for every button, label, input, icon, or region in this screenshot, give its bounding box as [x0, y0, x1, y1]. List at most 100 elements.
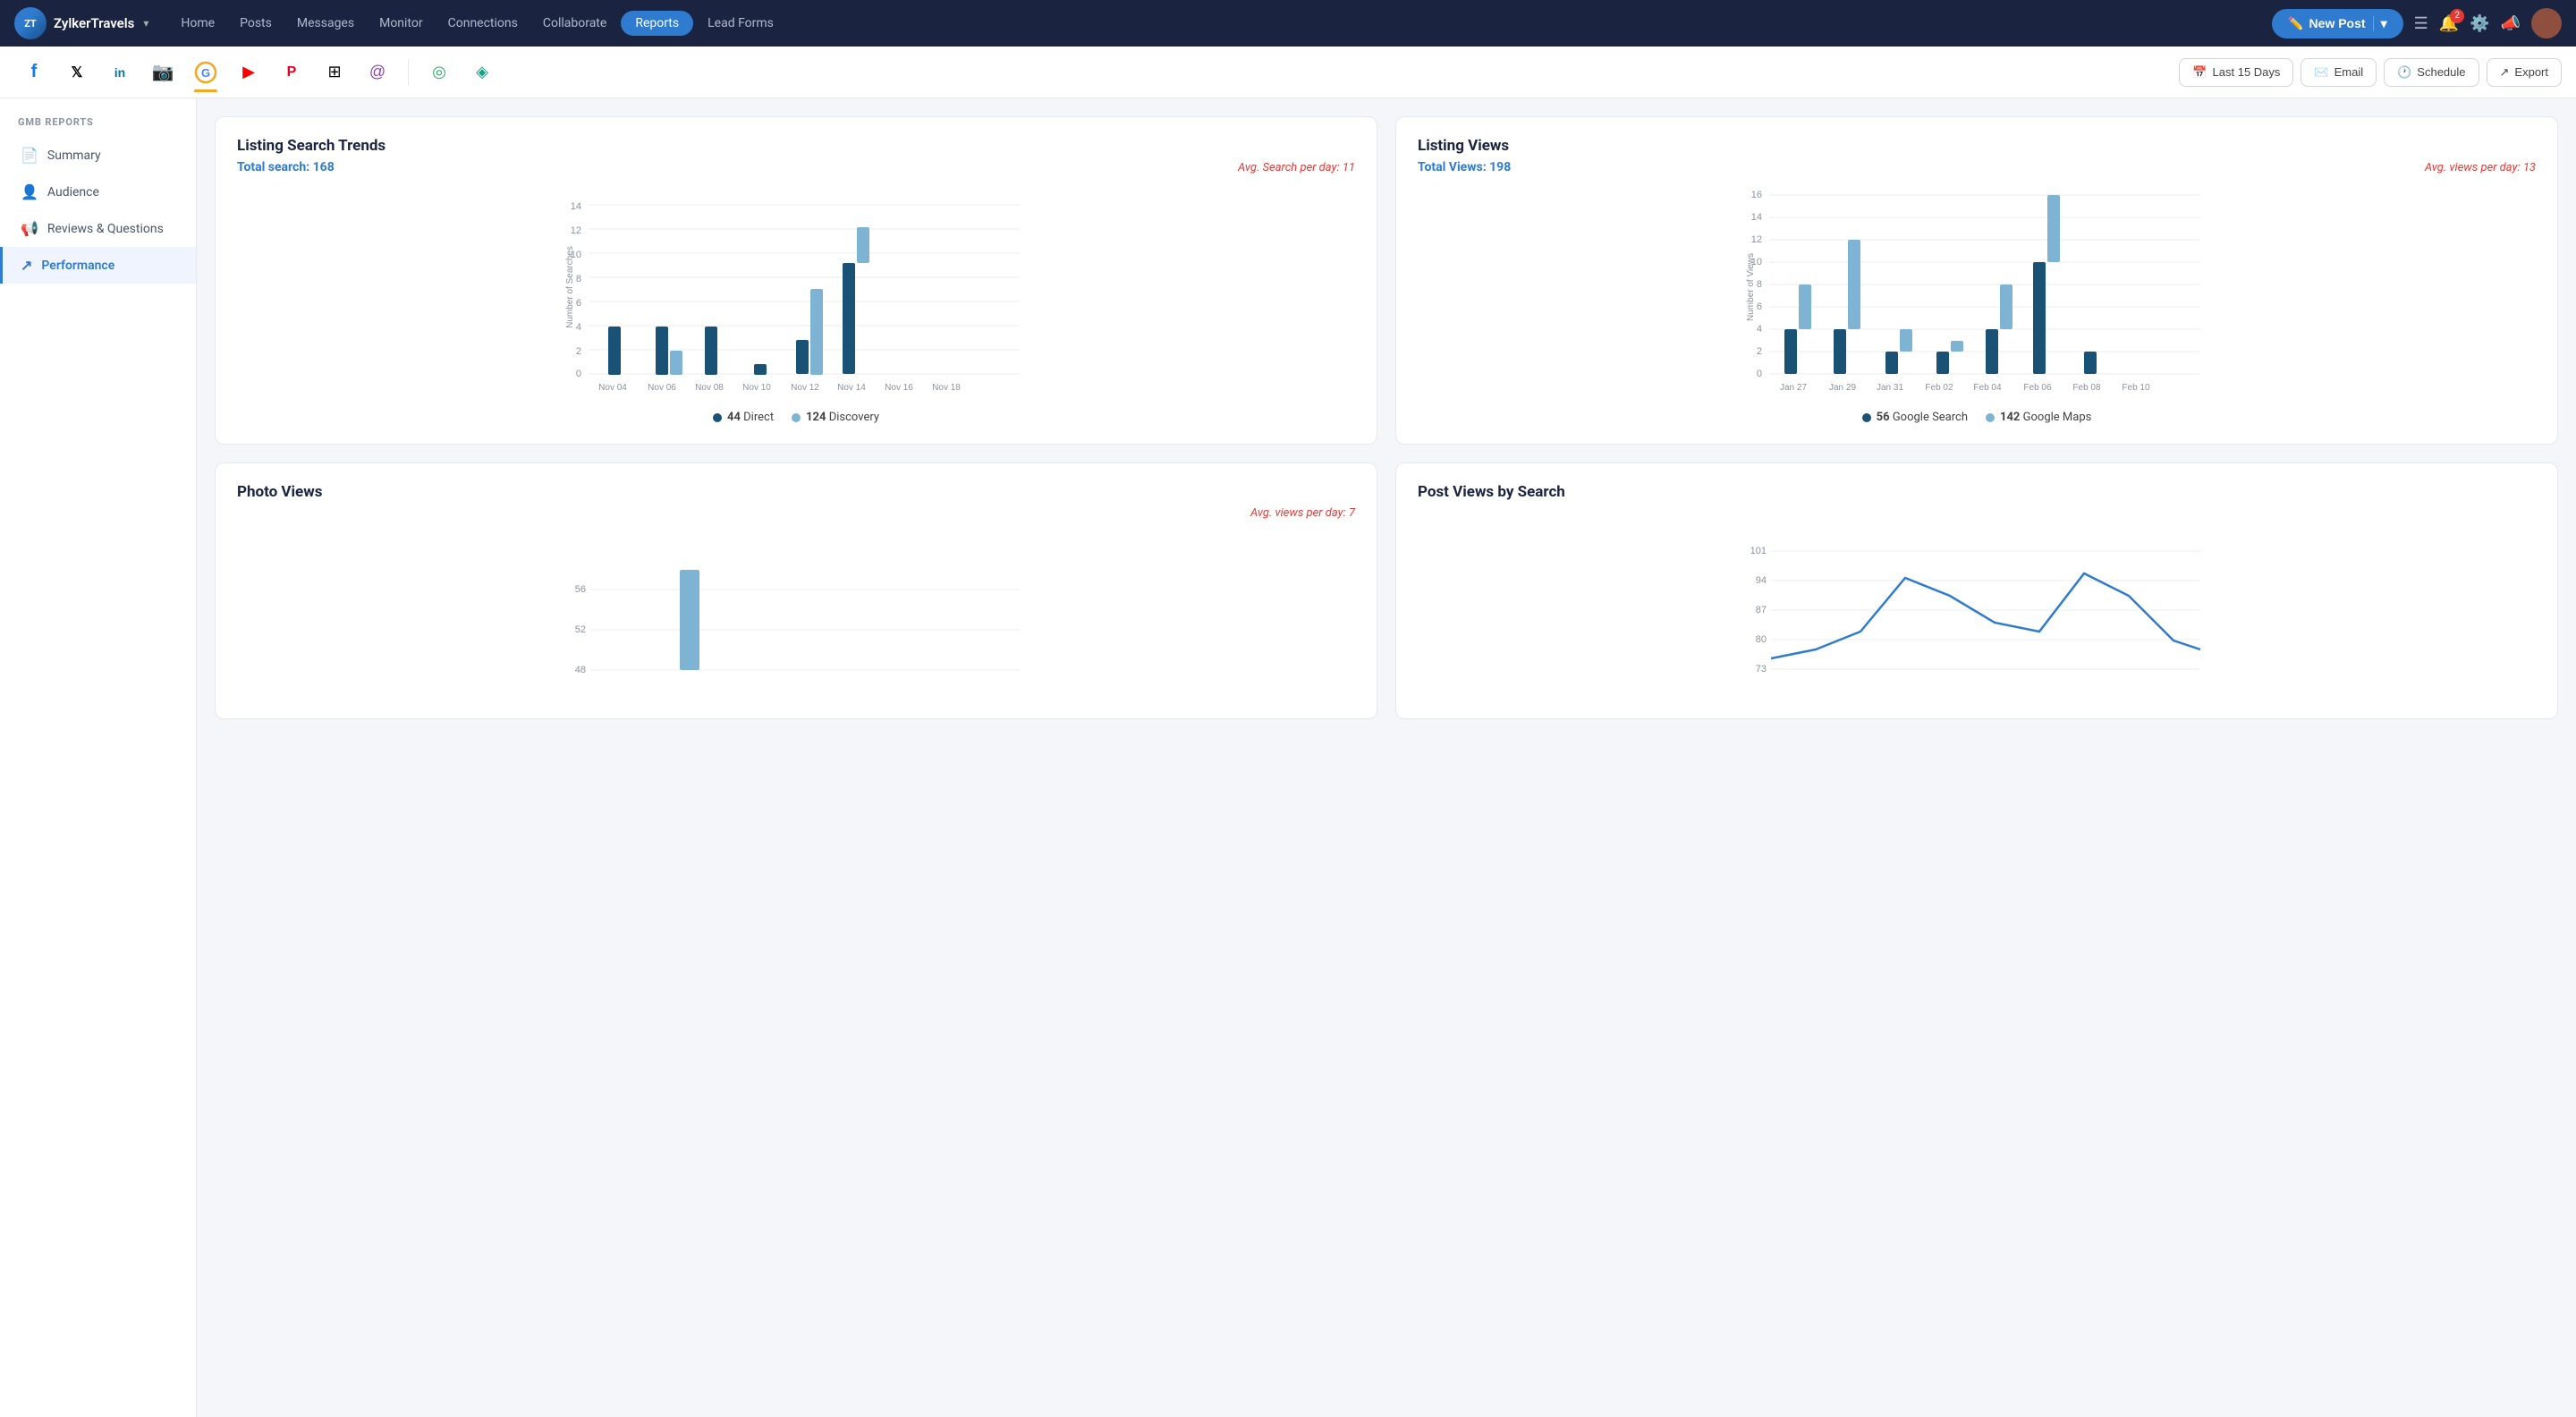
export-icon: ↗	[2500, 65, 2510, 80]
sidebar-item-performance[interactable]: ↗ Performance	[0, 247, 196, 284]
svg-text:94: 94	[1756, 575, 1767, 586]
megaphone-icon[interactable]: 📣	[2501, 14, 2521, 33]
menu-icon[interactable]: ☰	[2414, 14, 2428, 33]
export-button[interactable]: ↗ Export	[2487, 58, 2562, 87]
social-instagram-button[interactable]: 📷	[143, 53, 182, 92]
nav-posts[interactable]: Posts	[229, 11, 283, 36]
svg-text:2: 2	[1757, 346, 1762, 357]
brand-dropdown-chevron[interactable]: ▾	[143, 17, 148, 30]
svg-text:G: G	[201, 66, 210, 80]
photo-views-card: Photo Views Avg. views per day: 7 48 52 …	[215, 462, 1377, 719]
listing-views-chart: 0 2 4 6 8 10 12 14 16	[1418, 189, 2536, 395]
sidebar-item-audience[interactable]: 👤 Audience	[0, 174, 196, 210]
top-navigation: ZT ZylkerTravels ▾ Home Posts Messages M…	[0, 0, 2576, 47]
svg-text:80: 80	[1756, 634, 1767, 645]
nav-reports[interactable]: Reports	[621, 11, 693, 36]
listing-search-meta: Total search: 168 Avg. Search per day: 1…	[237, 160, 1355, 174]
social-divider	[408, 59, 409, 86]
listing-search-total: Total search: 168	[237, 160, 335, 174]
social-threads-button[interactable]: @	[358, 53, 397, 92]
brand-logo-area[interactable]: ZT ZylkerTravels ▾	[14, 7, 148, 39]
listing-views-title: Listing Views	[1418, 137, 2536, 155]
listing-views-meta: Total Views: 198 Avg. views per day: 13	[1418, 160, 2536, 174]
svg-text:Feb 08: Feb 08	[2072, 383, 2101, 393]
nav-messages[interactable]: Messages	[286, 11, 365, 36]
social-linkedin-button[interactable]: in	[100, 53, 140, 92]
brand-name: ZylkerTravels	[54, 15, 134, 31]
brand-logo: ZT	[14, 7, 47, 39]
post-views-title: Post Views by Search	[1418, 483, 2536, 501]
social-icon-list: f 𝕏 in 📷 G ▶ P ⊞ @ ◎ ◈	[14, 53, 502, 92]
listing-views-card: Listing Views Total Views: 198 Avg. view…	[1395, 116, 2558, 445]
settings-icon[interactable]: ⚙️	[2470, 14, 2489, 33]
svg-text:Jan 29: Jan 29	[1829, 383, 1856, 393]
listing-views-avg: Avg. views per day: 13	[2425, 161, 2536, 174]
listing-search-title: Listing Search Trends	[237, 137, 1355, 155]
svg-text:Feb 06: Feb 06	[2023, 383, 2052, 393]
social-extra1-button[interactable]: ◎	[419, 53, 459, 92]
legend-dot-google-maps	[1986, 413, 1995, 422]
svg-text:8: 8	[576, 274, 581, 284]
nav-monitor[interactable]: Monitor	[369, 11, 434, 36]
svg-text:6: 6	[1757, 301, 1762, 312]
document-icon: 📄	[21, 147, 38, 164]
social-youtube-button[interactable]: ▶	[229, 53, 268, 92]
gmb-icon: G	[194, 61, 217, 84]
svg-text:Nov 18: Nov 18	[932, 383, 961, 393]
svg-text:6: 6	[576, 298, 581, 309]
svg-text:48: 48	[575, 665, 586, 675]
notifications-button[interactable]: 🔔 2	[2439, 14, 2459, 33]
social-gmb-button[interactable]: G	[186, 53, 225, 92]
photo-views-avg: Avg. views per day: 7	[1250, 506, 1355, 520]
social-pinterest-button[interactable]: P	[272, 53, 311, 92]
nav-connections[interactable]: Connections	[437, 11, 529, 36]
svg-text:56: 56	[575, 584, 586, 595]
notification-count: 2	[2450, 9, 2464, 23]
social-facebook-button[interactable]: f	[14, 53, 54, 92]
pencil-icon: ✏️	[2288, 16, 2303, 31]
svg-text:Number of Views: Number of Views	[1746, 253, 1756, 321]
sidebar-item-summary[interactable]: 📄 Summary	[0, 137, 196, 174]
svg-text:73: 73	[1756, 664, 1767, 675]
legend-google-search: 56 Google Search	[1862, 411, 1968, 424]
nav-lead-forms[interactable]: Lead Forms	[697, 11, 784, 36]
main-content: Listing Search Trends Total search: 168 …	[197, 98, 2576, 1417]
listing-views-total: Total Views: 198	[1418, 160, 1511, 174]
social-extra2-button[interactable]: ◈	[462, 53, 502, 92]
sidebar-item-reviews-questions[interactable]: 📢 Reviews & Questions	[0, 210, 196, 247]
megaphone-sidebar-icon: 📢	[21, 220, 38, 237]
post-views-card: Post Views by Search 73 80 87 94 101	[1395, 462, 2558, 719]
social-twitter-x-button[interactable]: 𝕏	[57, 53, 97, 92]
svg-text:87: 87	[1756, 605, 1767, 615]
svg-text:2: 2	[576, 346, 581, 357]
listing-search-chart: 0 2 4 6 8 10 12 14	[237, 189, 1355, 395]
photo-views-chart: 48 52 56	[237, 534, 1355, 695]
listing-search-avg: Avg. Search per day: 11	[1238, 161, 1355, 174]
user-avatar[interactable]	[2531, 8, 2562, 38]
svg-text:Feb 02: Feb 02	[1925, 383, 1953, 393]
social-microsoft-button[interactable]: ⊞	[315, 53, 354, 92]
nav-collaborate[interactable]: Collaborate	[532, 11, 617, 36]
svg-text:Number of Searches: Number of Searches	[565, 246, 575, 328]
svg-text:16: 16	[1751, 190, 1762, 200]
schedule-button[interactable]: 🕐 Schedule	[2384, 58, 2479, 87]
email-button[interactable]: ✉️ Email	[2301, 58, 2377, 87]
new-post-dropdown-arrow[interactable]: ▾	[2373, 16, 2387, 31]
date-range-button[interactable]: 📅 Last 15 Days	[2179, 58, 2293, 87]
social-bar: f 𝕏 in 📷 G ▶ P ⊞ @ ◎ ◈ 📅 Last 15 Days ✉️…	[0, 47, 2576, 98]
social-bar-toolbar: 📅 Last 15 Days ✉️ Email 🕐 Schedule ↗ Exp…	[2179, 58, 2562, 87]
charts-grid: Listing Search Trends Total search: 168 …	[215, 116, 2558, 719]
listing-search-legend: 44 Direct 124 Discovery	[237, 411, 1355, 424]
svg-text:12: 12	[571, 225, 581, 236]
trending-icon: ↗	[21, 257, 32, 274]
svg-text:4: 4	[1757, 324, 1762, 335]
svg-text:Nov 14: Nov 14	[837, 383, 866, 393]
svg-text:14: 14	[571, 201, 581, 212]
nav-home[interactable]: Home	[170, 11, 225, 36]
svg-text:14: 14	[1751, 212, 1762, 223]
new-post-button[interactable]: ✏️ New Post ▾	[2272, 9, 2402, 38]
person-icon: 👤	[21, 183, 38, 200]
calendar-icon: 📅	[2192, 65, 2207, 80]
nav-right: ✏️ New Post ▾ ☰ 🔔 2 ⚙️ 📣	[2272, 8, 2562, 38]
photo-views-meta: Avg. views per day: 7	[237, 506, 1355, 520]
